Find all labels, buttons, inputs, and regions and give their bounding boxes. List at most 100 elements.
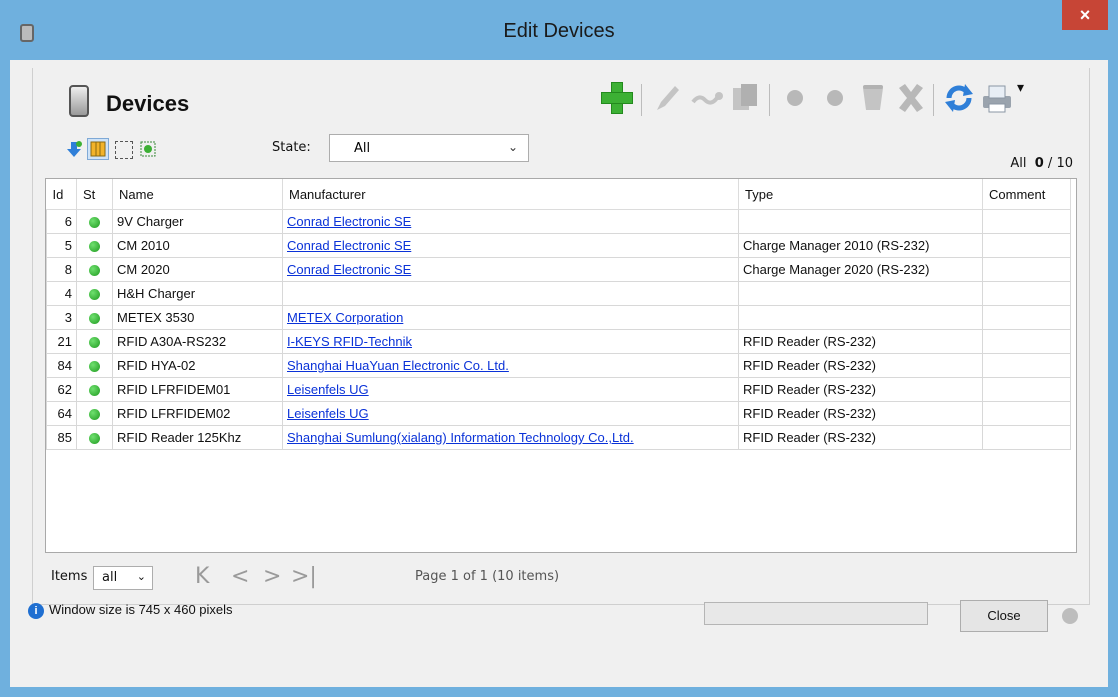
add-icon[interactable] [599, 80, 635, 116]
close-button[interactable]: Close [960, 600, 1048, 632]
cell-id: 21 [46, 329, 77, 354]
status-message: i Window size is 745 x 460 pixels [28, 602, 233, 619]
cell-status [76, 425, 113, 450]
cell-type: RFID Reader (RS-232) [738, 377, 983, 402]
table-row[interactable]: 85 RFID Reader 125Khz Shanghai Sumlung(xia… [46, 425, 1071, 450]
progress-bar [704, 602, 928, 625]
table-row[interactable]: 6 9V Charger Conrad Electronic SE [46, 209, 1071, 234]
manufacturer-link[interactable]: Conrad Electronic SE [287, 238, 411, 253]
cell-comment [982, 233, 1071, 258]
manufacturer-link[interactable]: Conrad Electronic SE [287, 214, 411, 229]
cell-id: 62 [46, 377, 77, 402]
select-area-icon[interactable] [115, 141, 133, 159]
print-icon[interactable] [979, 80, 1015, 116]
column-header-manufacturer[interactable]: Manufacturer [282, 179, 739, 210]
table-row[interactable]: 5 CM 2010 Conrad Electronic SE Charge Manag… [46, 233, 1071, 258]
cell-comment [982, 281, 1071, 306]
table-row[interactable]: 4 H&H Charger [46, 281, 1071, 306]
trash-icon[interactable] [855, 80, 891, 116]
cell-comment [982, 305, 1071, 330]
manufacturer-link[interactable]: Conrad Electronic SE [287, 262, 411, 277]
dot-icon[interactable] [817, 80, 853, 116]
item-count: All 0 / 10 [1010, 156, 1073, 171]
cell-id: 3 [46, 305, 77, 330]
next-page-icon[interactable]: > [263, 564, 281, 590]
status-ok-icon [89, 289, 100, 301]
state-select-value: All [354, 141, 371, 156]
manufacturer-link[interactable]: Leisenfels UG [287, 382, 369, 397]
column-header-id[interactable]: Id [46, 179, 77, 210]
cell-status [76, 377, 113, 402]
state-select[interactable]: All ⌄ [329, 134, 529, 162]
chevron-down-icon: ⌄ [136, 570, 146, 583]
manufacturer-link[interactable]: METEX Corporation [287, 310, 403, 325]
cell-id: 5 [46, 233, 77, 258]
table-row[interactable]: 64 RFID LFRFIDEM02 Leisenfels UG RFID Reade… [46, 401, 1071, 426]
cell-manufacturer: Leisenfels UG [282, 401, 739, 426]
cell-manufacturer: Shanghai HuaYuan Electronic Co. Ltd. [282, 353, 739, 378]
cell-status [76, 209, 113, 234]
column-header-comment[interactable]: Comment [982, 179, 1071, 210]
table-body: 6 9V Charger Conrad Electronic SE 5 CM 2010 C… [46, 209, 1071, 450]
client-area: Devices ▾ State: All ⌄ All 0 / 10 Id St … [10, 60, 1108, 687]
items-per-page-select[interactable]: all ⌄ [93, 566, 153, 590]
table-row[interactable]: 3 METEX 3530 METEX Corporation [46, 305, 1071, 330]
cell-type [738, 209, 983, 234]
cell-status [76, 329, 113, 354]
column-header-type[interactable]: Type [738, 179, 983, 210]
column-header-status[interactable]: St [76, 179, 113, 210]
delete-icon[interactable] [893, 80, 929, 116]
cell-id: 84 [46, 353, 77, 378]
cell-type: RFID Reader (RS-232) [738, 401, 983, 426]
print-dropdown-icon[interactable]: ▾ [1017, 80, 1024, 96]
cell-manufacturer: Leisenfels UG [282, 377, 739, 402]
prev-page-icon[interactable]: < [231, 564, 249, 590]
last-page-icon[interactable]: >| [291, 564, 317, 590]
cell-type [738, 281, 983, 306]
settings-icon[interactable] [139, 140, 157, 158]
link-icon[interactable] [689, 80, 725, 116]
columns-toggle-icon[interactable] [87, 138, 109, 160]
title-bar[interactable]: Edit Devices × [0, 0, 1118, 64]
manufacturer-link[interactable]: Shanghai HuaYuan Electronic Co. Ltd. [287, 358, 509, 373]
toolbar-separator [641, 84, 642, 116]
cell-name: RFID A30A-RS232 [112, 329, 283, 354]
cell-id: 85 [46, 425, 77, 450]
devices-table[interactable]: Id St Name Manufacturer Type Comment 6 9V… [45, 178, 1077, 553]
copy-icon[interactable] [727, 80, 763, 116]
cell-status [76, 233, 113, 258]
refresh-icon[interactable] [941, 80, 977, 116]
import-icon[interactable] [65, 140, 83, 158]
table-row[interactable]: 21 RFID A30A-RS232 I-KEYS RFID-Technik RFID… [46, 329, 1071, 354]
cell-comment [982, 329, 1071, 354]
count-prefix: All [1010, 156, 1027, 171]
first-page-icon[interactable]: K [195, 564, 209, 590]
table-row[interactable]: 84 RFID HYA-02 Shanghai HuaYuan Electronic… [46, 353, 1071, 378]
items-per-page-value: all [102, 570, 118, 585]
edit-icon[interactable] [649, 80, 685, 116]
cell-status [76, 257, 113, 282]
table-row[interactable]: 8 CM 2020 Conrad Electronic SE Charge Manag… [46, 257, 1071, 282]
device-icon [69, 85, 89, 117]
window-close-button[interactable]: × [1062, 0, 1108, 30]
cell-name: RFID HYA-02 [112, 353, 283, 378]
status-text: Window size is 745 x 460 pixels [49, 602, 233, 617]
window: Edit Devices × Devices ▾ State: All ⌄ Al… [0, 0, 1118, 697]
cell-name: 9V Charger [112, 209, 283, 234]
manufacturer-link[interactable]: I-KEYS RFID-Technik [287, 334, 412, 349]
manufacturer-link[interactable]: Leisenfels UG [287, 406, 369, 421]
status-ok-icon [89, 433, 100, 445]
chevron-down-icon: ⌄ [507, 140, 518, 154]
cell-id: 64 [46, 401, 77, 426]
main-toolbar: ▾ [599, 80, 1079, 120]
cell-name: H&H Charger [112, 281, 283, 306]
column-header-name[interactable]: Name [112, 179, 283, 210]
cell-name: RFID LFRFIDEM01 [112, 377, 283, 402]
manufacturer-link[interactable]: Shanghai Sumlung(xialang) Information Te… [287, 430, 634, 445]
cell-comment [982, 401, 1071, 426]
status-ok-icon [89, 313, 100, 325]
dot-icon[interactable] [777, 80, 813, 116]
table-row[interactable]: 62 RFID LFRFIDEM01 Leisenfels UG RFID Reade… [46, 377, 1071, 402]
status-ok-icon [89, 217, 100, 229]
cell-name: RFID Reader 125Khz [112, 425, 283, 450]
